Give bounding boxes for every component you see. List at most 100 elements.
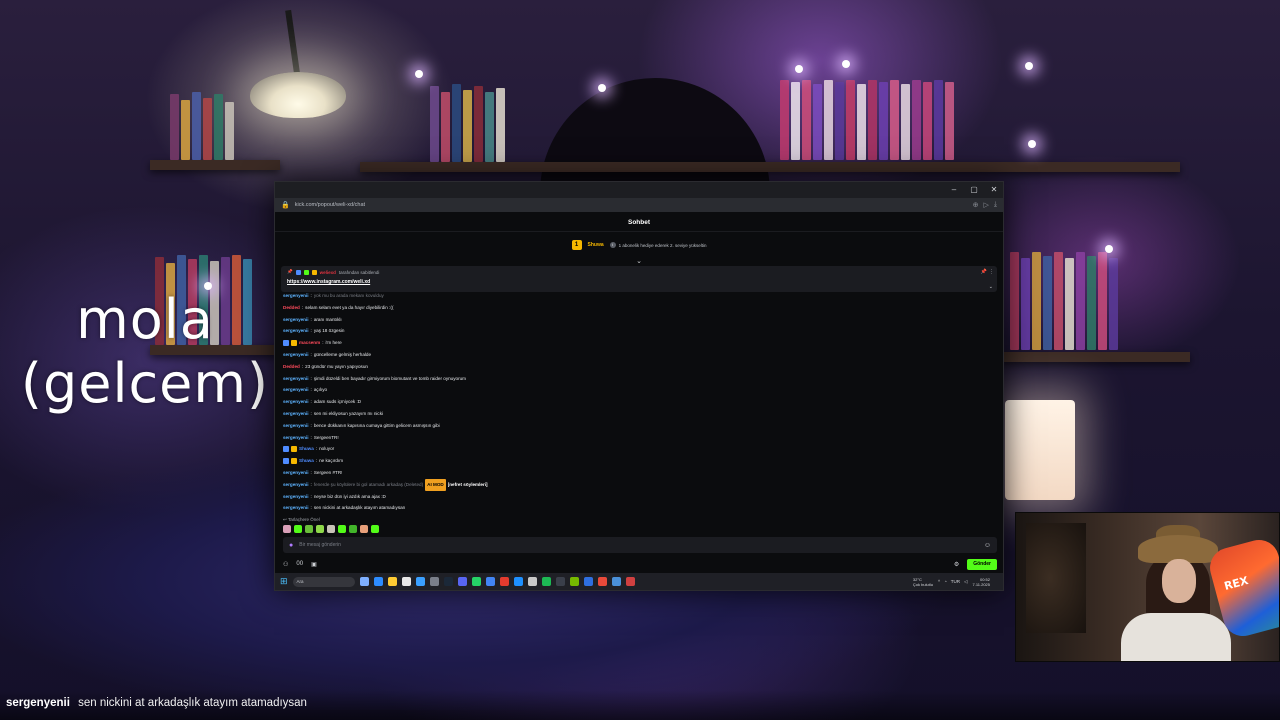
bottom-chat-text: sen nickini at arkadaşlık atayım atamadı…: [78, 697, 307, 709]
chat-username[interactable]: sergenyenii: [283, 502, 309, 514]
whatsapp-icon[interactable]: [471, 577, 481, 586]
expand-icon[interactable]: ⌄: [989, 284, 993, 290]
chat-message: sergenyenii: neyse biz dün iyi azdık ama …: [283, 491, 983, 503]
more-options-icon[interactable]: ⋮: [989, 269, 994, 275]
chat-input[interactable]: ● Bir mesaj gönderin ☺: [283, 537, 997, 553]
chat-username[interactable]: sergenyenii: [283, 420, 309, 432]
chat-message: sergenyenii: açılıyo: [283, 384, 983, 396]
chat-username[interactable]: sergenyenii: [283, 373, 309, 385]
weather-widget[interactable]: 32°C Çok bulutlu: [913, 577, 933, 587]
emote-icon[interactable]: [371, 525, 379, 533]
chat-username[interactable]: sergenyenii: [283, 314, 309, 326]
windows-taskbar: ⊞ Ara 32°C Çok bulutlu ^ ◔ TUR ◁ 00:52 7…: [275, 573, 1003, 590]
chat-text: yaş 18 özgesin: [313, 328, 345, 334]
network-icon[interactable]: ◔: [944, 579, 947, 584]
emote-icon[interactable]: [316, 525, 324, 533]
chat-text: noluyor: [319, 446, 335, 452]
calendar-icon[interactable]: ▣: [311, 561, 317, 568]
cast-icon[interactable]: ▷: [984, 201, 989, 209]
chrome-icon[interactable]: [485, 577, 495, 586]
taskbar-clock[interactable]: 00:52 7.11.2025: [973, 577, 991, 587]
app-icon[interactable]: [513, 577, 523, 586]
microphone-icon[interactable]: ●: [289, 542, 293, 549]
chat-username[interactable]: sergenyenii: [283, 349, 309, 361]
chat-input-placeholder[interactable]: Bir mesaj gönderin: [299, 542, 978, 548]
app-icon[interactable]: [583, 577, 593, 586]
discord-icon[interactable]: [457, 577, 467, 586]
app-icon[interactable]: [611, 577, 621, 586]
volume-icon[interactable]: ◁: [964, 579, 967, 585]
app-icon[interactable]: [429, 577, 439, 586]
pinned-link[interactable]: https://www.instagram.com/weli.xd: [287, 279, 991, 285]
chat-separator: :: [310, 410, 312, 416]
emote-icon[interactable]: [327, 525, 335, 533]
language-indicator[interactable]: TUR: [951, 579, 960, 584]
emote-icon[interactable]: [283, 525, 291, 533]
settings-gear-icon[interactable]: ⚙: [954, 561, 959, 568]
emote-icon[interactable]: [305, 525, 313, 533]
chat-username[interactable]: sergenyenii: [283, 432, 309, 444]
emote-icon[interactable]: [360, 525, 368, 533]
chat-username[interactable]: Dedded: [283, 302, 300, 314]
sub-goal-bar[interactable]: 1 Shuwa i 1 abonelik hediye ederek 2. se…: [275, 232, 1003, 258]
app-icon[interactable]: [415, 577, 425, 586]
chat-message: Dedded: selam selam evet ya da hayır diye…: [283, 302, 983, 314]
chat-separator: :: [315, 458, 318, 464]
books-right-bottom: [1010, 252, 1118, 350]
chat-message: sergenyenii: Sergeen #TR!: [283, 467, 983, 479]
emote-icon[interactable]: [338, 525, 346, 533]
pinned-author[interactable]: weliexd: [320, 270, 336, 275]
emoji-icon[interactable]: ☺: [984, 542, 991, 549]
chat-username[interactable]: sergenyenii: [283, 408, 309, 420]
chat-separator: :: [310, 399, 312, 405]
unpin-icon[interactable]: 📌: [981, 269, 987, 275]
app-icon[interactable]: [555, 577, 565, 586]
chat-username[interactable]: Shuwa: [299, 455, 314, 467]
download-icon[interactable]: ⤓: [994, 201, 997, 209]
chat-username[interactable]: Dedded: [283, 361, 300, 373]
chevron-up-icon[interactable]: ^: [938, 579, 940, 584]
app-icon[interactable]: [359, 577, 369, 586]
restore-button[interactable]: ▢: [969, 182, 979, 198]
chat-username[interactable]: sergenyenii: [283, 384, 309, 396]
zoom-icon[interactable]: ⊕: [973, 201, 979, 209]
chat-username[interactable]: sergenyenii: [283, 396, 309, 408]
chat-text: yok mu bu arada mekanı kovulduy: [313, 293, 384, 298]
chat-text: 23 gündür mu yayın yapıyosun: [305, 363, 368, 369]
chat-username[interactable]: sergenyenii: [283, 479, 309, 491]
spotify-icon[interactable]: [541, 577, 551, 586]
chat-username[interactable]: sergenyenii: [283, 467, 309, 479]
goal-username[interactable]: Shuwa: [588, 242, 604, 248]
chat-username[interactable]: sergenyenii: [283, 491, 309, 503]
taskbar-search[interactable]: Ara: [292, 576, 355, 587]
infinity-icon[interactable]: ⚇: [283, 561, 288, 568]
chat-message-list[interactable]: sergenyenii: yok mu bu arada mekanı kovul…: [283, 290, 983, 520]
minimize-button[interactable]: –: [949, 182, 959, 198]
chat-message: sergenyenii: yok mu bu arada mekanı kovul…: [283, 290, 983, 302]
emote-icon[interactable]: [294, 525, 302, 533]
address-bar[interactable]: 🔒 kick.com/popout/weli-xd/chat ⊕ ▷ ⤓: [275, 198, 1003, 212]
app-icon[interactable]: [597, 577, 607, 586]
app-icon[interactable]: [499, 577, 509, 586]
chat-separator: :: [310, 434, 312, 440]
chat-message: sergenyenii: aranı mantıklı: [283, 314, 983, 326]
steam-icon[interactable]: [443, 577, 453, 586]
chat-username[interactable]: Shuwa: [299, 443, 314, 455]
obs-icon[interactable]: [625, 577, 635, 586]
app-icon[interactable]: [527, 577, 537, 586]
folder-icon[interactable]: [387, 577, 397, 586]
windows-start-icon[interactable]: ⊞: [280, 576, 288, 587]
send-button[interactable]: Gönder: [967, 558, 997, 570]
chat-username[interactable]: macsenm: [299, 337, 320, 349]
chat-username[interactable]: sergenyenii: [283, 290, 309, 302]
nvidia-icon[interactable]: [569, 577, 579, 586]
app-icon[interactable]: [373, 577, 383, 586]
webcam-feed: REX: [1015, 512, 1280, 662]
app-icon[interactable]: [401, 577, 411, 586]
url-text[interactable]: kick.com/popout/weli-xd/chat: [295, 202, 968, 208]
chat-message: sergenyenii: fenerde şu köylülere bi gol …: [283, 478, 983, 491]
chat-username[interactable]: sergenyenii: [283, 325, 309, 337]
close-button[interactable]: ✕: [989, 182, 999, 198]
chevron-down-icon[interactable]: ⌄: [275, 258, 1003, 266]
emote-icon[interactable]: [349, 525, 357, 533]
